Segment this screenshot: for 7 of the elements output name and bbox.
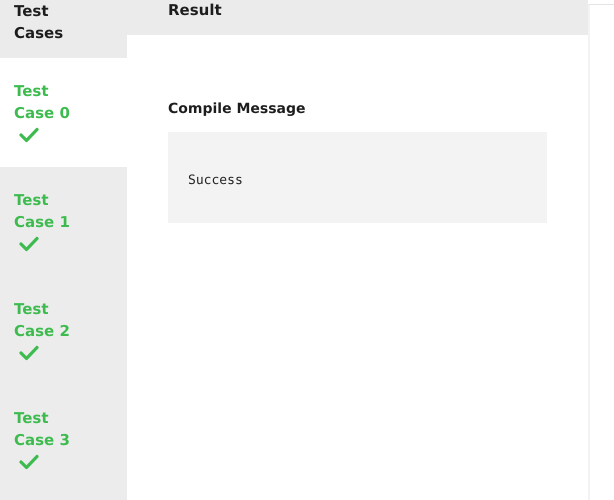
compile-message-text: Success <box>188 173 243 188</box>
compile-message-label: Compile Message <box>168 100 307 119</box>
test-case-tab[interactable]: Test Case 2 <box>0 276 127 385</box>
test-case-tab[interactable]: Test Case 1 <box>0 167 127 276</box>
test-case-tab[interactable]: Test Case 3 <box>0 385 127 500</box>
result-title: Result <box>168 1 222 19</box>
sidebar-title: Test Cases <box>0 0 127 58</box>
